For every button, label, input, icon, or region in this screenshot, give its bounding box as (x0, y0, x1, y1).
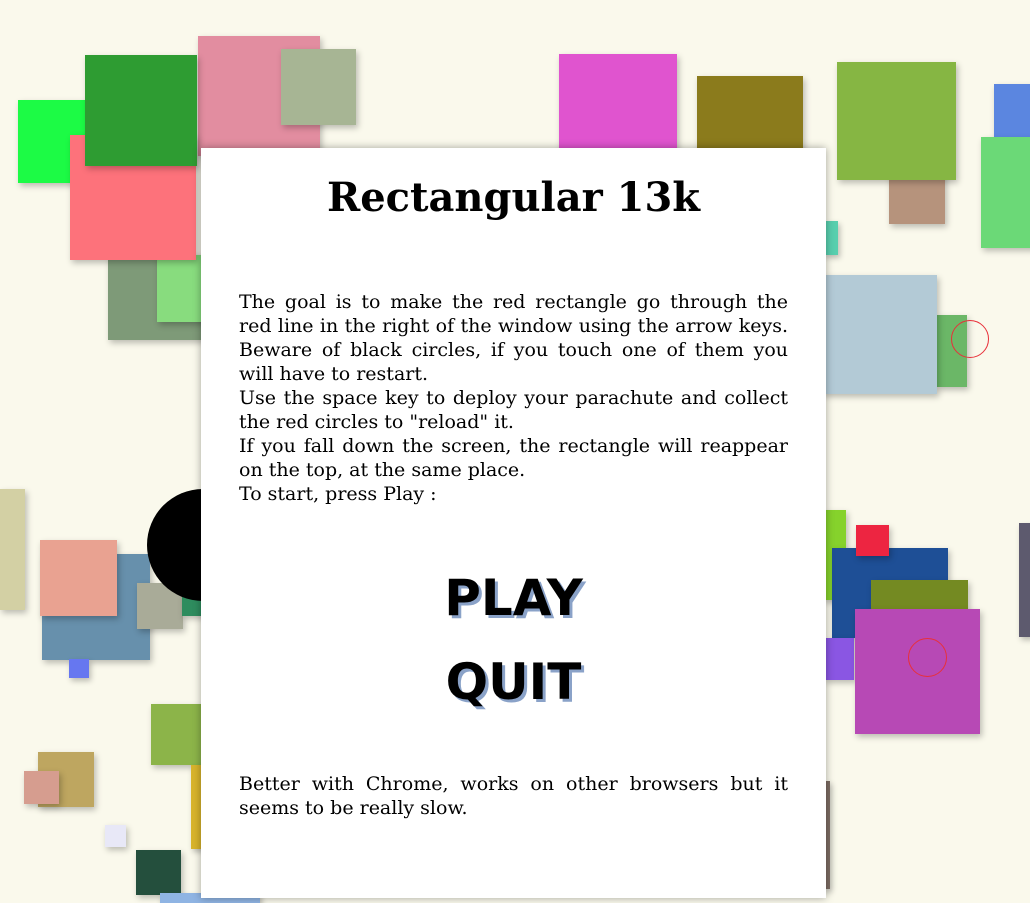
bg-rect (824, 638, 854, 680)
bg-rect (981, 137, 1030, 248)
instructions-text: The goal is to make the red rectangle go… (239, 290, 788, 506)
bg-rect (105, 825, 126, 847)
red-circle-pickup (908, 638, 947, 677)
bg-rect (856, 525, 889, 556)
instructions-goal: The goal is to make the red rectangle go… (239, 291, 788, 385)
bg-rect (151, 704, 203, 765)
bg-rect (281, 49, 356, 125)
bg-rect (1019, 523, 1030, 637)
instructions-falling: If you fall down the screen, the rectang… (239, 435, 788, 481)
instructions-parachute: Use the space key to deploy your parachu… (239, 387, 788, 433)
bg-rect (822, 275, 937, 394)
bg-rect (69, 659, 89, 678)
bg-rect (40, 540, 117, 616)
play-button[interactable]: PLAY (404, 568, 624, 628)
instructions-start: To start, press Play : (239, 483, 437, 505)
main-menu-panel: Rectangular 13k The goal is to make the … (201, 148, 826, 898)
bg-rect (24, 771, 59, 804)
bg-rect (157, 255, 207, 322)
bg-rect (0, 489, 25, 610)
game-canvas: Rectangular 13k The goal is to make the … (0, 0, 1030, 903)
bg-rect (994, 84, 1030, 140)
bg-rect (136, 850, 181, 895)
bg-rect (837, 62, 956, 180)
bg-rect (697, 76, 803, 154)
game-title: Rectangular 13k (326, 174, 701, 221)
quit-button[interactable]: QUIT (404, 652, 624, 712)
red-circle-pickup (951, 320, 989, 358)
bg-rect (559, 54, 677, 154)
bg-rect (85, 55, 197, 166)
bg-rect (824, 221, 838, 255)
browser-note: Better with Chrome, works on other brows… (239, 773, 788, 819)
